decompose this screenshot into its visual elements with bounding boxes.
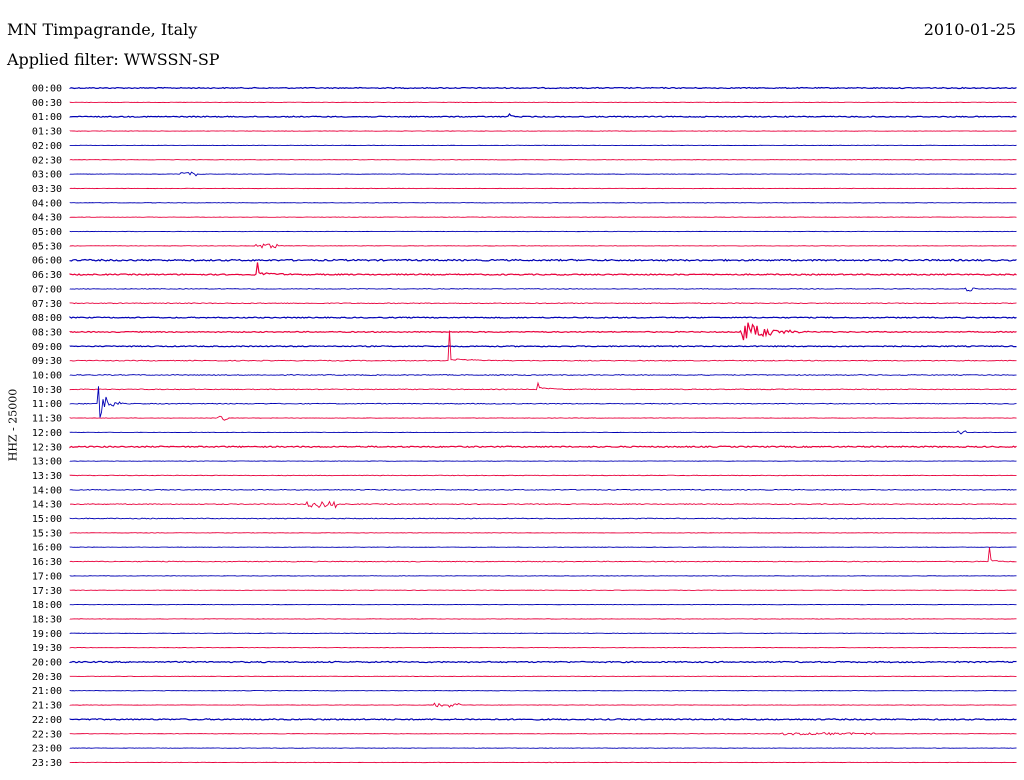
seismic-trace: [69, 702, 1017, 708]
time-tick-label: 02:30: [32, 155, 62, 166]
time-tick-label: 19:30: [32, 643, 62, 654]
time-tick-label: 07:30: [32, 299, 62, 310]
time-tick-label: 22:00: [32, 715, 62, 726]
time-tick-label: 19:00: [32, 629, 62, 640]
seismic-trace: [69, 112, 1017, 118]
time-tick-label: 16:30: [32, 557, 62, 568]
seismic-trace: [69, 386, 1017, 418]
seismic-trace: [69, 488, 1017, 491]
seismic-trace: [69, 474, 1017, 477]
time-tick-label: 06:30: [32, 270, 62, 281]
time-tick-label: 01:00: [32, 112, 62, 123]
time-tick-label: 04:30: [32, 213, 62, 224]
seismic-trace: [69, 374, 1017, 376]
time-tick-label: 03:00: [32, 170, 62, 181]
time-tick-label: 13:00: [32, 457, 62, 468]
seismic-trace: [69, 547, 1017, 563]
helicorder-plot: 00:00 00:30 01:00 01:30 02:00 02:30 03:00 03:30…: [32, 84, 1017, 769]
time-tick-label: 08:30: [32, 327, 62, 338]
time-tick-label: 13:30: [32, 471, 62, 482]
time-tick-label: 20:00: [32, 658, 62, 669]
time-tick-label: 07:00: [32, 284, 62, 295]
seismic-trace: [69, 731, 1017, 736]
time-tick-label: 21:00: [32, 686, 62, 697]
time-tick-label: 12:00: [32, 428, 62, 439]
time-tick-label: 05:30: [32, 241, 62, 252]
seismic-trace: [69, 316, 1017, 319]
time-tick-label: 15:00: [32, 514, 62, 525]
seismic-trace: [69, 258, 1017, 262]
seismic-trace: [69, 171, 1017, 177]
seismic-trace: [69, 430, 1017, 435]
seismic-trace: [69, 718, 1017, 721]
time-tick-label: 15:30: [32, 528, 62, 539]
time-tick-label: 23:00: [32, 744, 62, 755]
seismic-trace: [69, 445, 1017, 449]
time-tick-label: 00:00: [32, 84, 62, 95]
time-tick-label: 08:00: [32, 313, 62, 324]
time-tick-label: 03:30: [32, 184, 62, 195]
time-tick-label: 18:00: [32, 600, 62, 611]
time-tick-label: 09:00: [32, 342, 62, 353]
time-tick-label: 14:30: [32, 500, 62, 511]
seismic-trace: [69, 381, 1017, 391]
seismic-trace: [69, 500, 1017, 509]
seismic-trace: [69, 243, 1017, 249]
time-tick-label: 02:00: [32, 141, 62, 152]
seismic-trace: [69, 415, 1017, 421]
seismic-trace: [69, 302, 1017, 305]
time-tick-label: 10:30: [32, 385, 62, 396]
time-tick-label: 12:30: [32, 442, 62, 453]
time-tick-label: 01:30: [32, 127, 62, 138]
time-tick-label: 10:00: [32, 371, 62, 382]
time-tick-label: 06:00: [32, 256, 62, 267]
time-tick-label: 11:30: [32, 414, 62, 425]
time-tick-label: 00:30: [32, 98, 62, 109]
seismic-trace: [69, 322, 1017, 341]
seismic-trace: [69, 287, 1017, 292]
time-tick-label: 04:00: [32, 198, 62, 209]
seismic-trace: [69, 86, 1017, 90]
time-tick-label: 11:00: [32, 399, 62, 410]
seismic-trace: [69, 262, 1017, 276]
time-tick-label: 17:00: [32, 571, 62, 582]
time-tick-label: 22:30: [32, 729, 62, 740]
time-tick-label: 21:30: [32, 701, 62, 712]
seismic-trace: [69, 345, 1017, 348]
seismic-trace: [69, 660, 1017, 664]
time-tick-label: 16:00: [32, 543, 62, 554]
time-tick-label: 18:30: [32, 614, 62, 625]
time-tick-label: 14:00: [32, 485, 62, 496]
time-tick-label: 17:30: [32, 586, 62, 597]
time-tick-label: 23:30: [32, 758, 62, 769]
seismic-trace: [69, 517, 1017, 520]
time-tick-label: 20:30: [32, 672, 62, 683]
time-tick-label: 05:00: [32, 227, 62, 238]
time-tick-label: 09:30: [32, 356, 62, 367]
